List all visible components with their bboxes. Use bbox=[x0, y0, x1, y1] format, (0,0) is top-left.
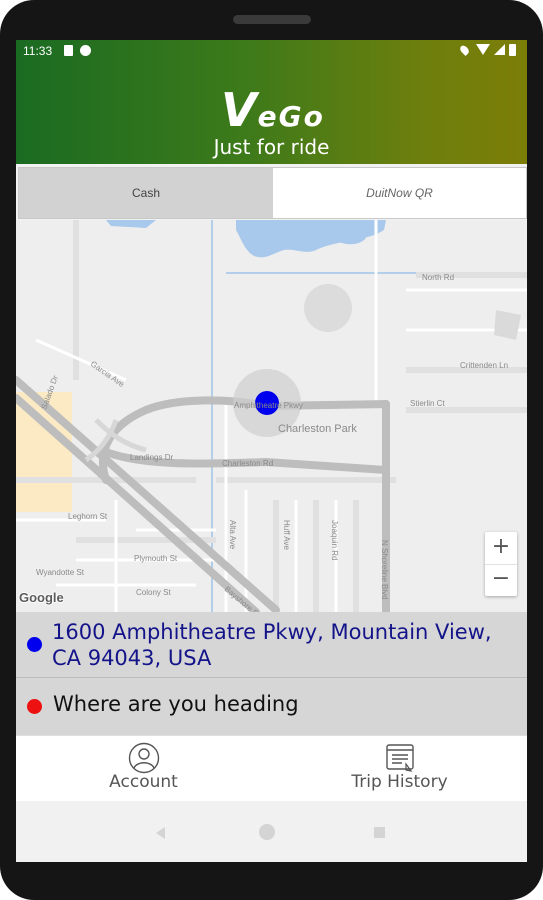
home-icon[interactable] bbox=[259, 824, 275, 840]
account-icon bbox=[128, 742, 160, 774]
status-time: 11:33 bbox=[23, 44, 53, 58]
logo-rest: eGo bbox=[257, 100, 325, 133]
pickup-dot-icon bbox=[27, 637, 42, 652]
nav-account[interactable]: Account bbox=[16, 736, 271, 802]
map-label-charleston-park: Charleston Park bbox=[278, 423, 357, 435]
map-label-plymouth: Plymouth St bbox=[134, 554, 178, 563]
nav-account-label: Account bbox=[109, 772, 178, 792]
battery-icon bbox=[509, 44, 516, 56]
map-label-huff: Huff Ave bbox=[282, 520, 291, 551]
sim-card-icon bbox=[64, 45, 73, 56]
map-label-amphitheatre: Amphitheatre Pkwy bbox=[234, 401, 303, 410]
sync-icon bbox=[80, 45, 91, 56]
pickup-address-row[interactable]: 1600 Amphitheatre Pkwy, Mountain View, C… bbox=[16, 612, 527, 678]
location-icon bbox=[458, 43, 471, 57]
device-frame: 11:33 VeGo Just for ride Cash DuitNow QR bbox=[0, 0, 543, 900]
nav-trip-history-label: Trip History bbox=[351, 772, 448, 792]
map-label-north-rd: North Rd bbox=[422, 273, 454, 282]
map-label-leghorn: Leghorn St bbox=[68, 512, 108, 521]
logo-initial: V bbox=[221, 83, 258, 137]
status-bar: 11:33 bbox=[16, 40, 527, 62]
map-canvas: North Rd Crittenden Ln Amphitheatre Pkwy… bbox=[16, 220, 527, 612]
map-label-joaquin: Joaquin Rd bbox=[330, 520, 339, 560]
destination-input[interactable]: Where are you heading bbox=[53, 692, 299, 716]
pickup-address: 1600 Amphitheatre Pkwy, Mountain View, C… bbox=[52, 620, 492, 670]
zoom-in-button[interactable]: + bbox=[485, 532, 517, 565]
map-view[interactable]: North Rd Crittenden Ln Amphitheatre Pkwy… bbox=[16, 220, 527, 612]
back-icon[interactable] bbox=[156, 827, 165, 839]
tab-duitnow-qr[interactable]: DuitNow QR bbox=[273, 168, 526, 218]
zoom-controls: + − bbox=[485, 532, 517, 596]
zoom-out-button[interactable]: − bbox=[485, 564, 517, 596]
map-label-crittenden: Crittenden Ln bbox=[460, 361, 508, 370]
system-navigation-bar bbox=[16, 801, 527, 862]
app-tagline: Just for ride bbox=[213, 135, 330, 159]
status-icons bbox=[458, 43, 521, 59]
google-attribution: Google bbox=[19, 590, 64, 605]
app-logo: VeGo bbox=[221, 84, 341, 136]
destination-row[interactable]: Where are you heading bbox=[16, 678, 527, 735]
map-label-charleston-rd: Charleston Rd bbox=[222, 459, 273, 468]
trip-history-icon bbox=[386, 744, 414, 772]
destination-dot-icon bbox=[27, 699, 42, 714]
tab-cash[interactable]: Cash bbox=[19, 168, 273, 218]
payment-tabs: Cash DuitNow QR bbox=[18, 167, 527, 219]
recent-apps-icon[interactable] bbox=[374, 827, 385, 838]
app-header: 11:33 VeGo Just for ride bbox=[16, 40, 527, 164]
map-label-stierlin: Stierlin Ct bbox=[410, 399, 445, 408]
bottom-navigation: Account Trip History bbox=[16, 735, 527, 802]
speaker-grille bbox=[233, 15, 311, 24]
nav-trip-history[interactable]: Trip History bbox=[272, 736, 527, 802]
map-label-wyandotte: Wyandotte St bbox=[36, 568, 85, 577]
cell-signal-icon bbox=[494, 44, 505, 55]
wifi-icon bbox=[476, 44, 490, 55]
map-label-alta: Alta Ave bbox=[228, 520, 237, 550]
map-label-colony: Colony St bbox=[136, 588, 171, 597]
map-label-landings: Landings Dr bbox=[130, 453, 173, 462]
map-label-garcia: Garcia Ave bbox=[89, 359, 127, 389]
water-inlet bbox=[106, 220, 156, 228]
app-screen: 11:33 VeGo Just for ride Cash DuitNow QR bbox=[16, 40, 527, 862]
map-label-shoreline: N Shoreline Blvd bbox=[380, 540, 389, 600]
